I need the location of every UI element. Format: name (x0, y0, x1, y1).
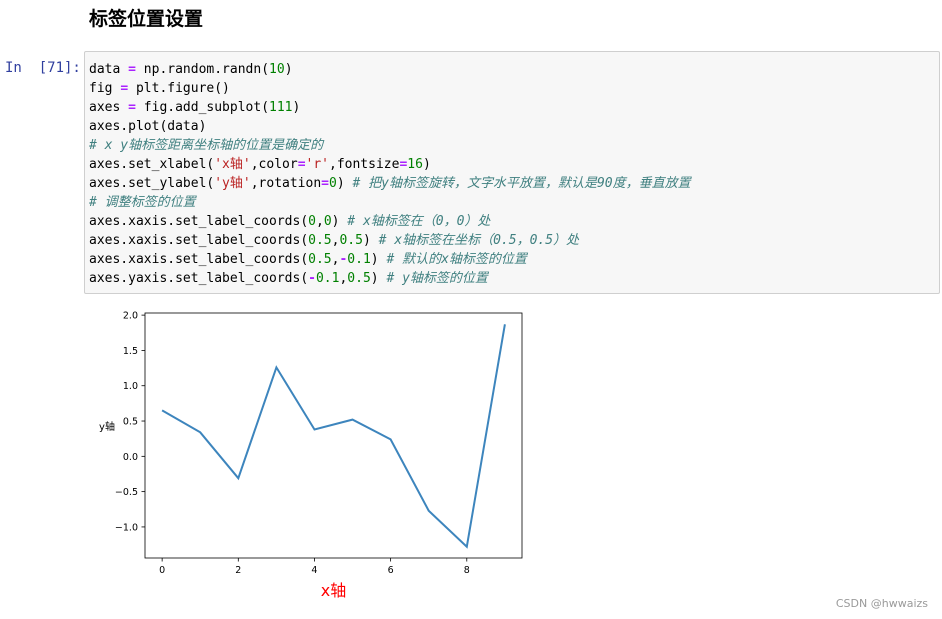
code-token: ) (422, 157, 431, 172)
code-token: axes.xaxis.set_label_coords( (89, 233, 309, 248)
code-token: 'y轴' (214, 176, 251, 191)
x-tick-label: 4 (311, 565, 317, 576)
code-token: 111 (269, 100, 293, 115)
code-line: # x y轴标签距离坐标轴的位置是确定的 (89, 136, 691, 155)
code-token: 'x轴' (214, 157, 251, 172)
watermark: CSDN @hwwaizs (835, 597, 928, 610)
code-line: axes.xaxis.set_label_coords(0,0) # x轴标签在… (89, 212, 691, 231)
code-token: # x轴标签在坐标（0.5，0.5）处 (378, 233, 580, 248)
code-token: 0.5 (339, 233, 363, 248)
x-axis-label: x轴 (321, 581, 346, 600)
code-token: = (120, 81, 129, 96)
code-token: , (315, 214, 324, 229)
code-token: ) (284, 62, 293, 77)
code-token: ,color (250, 157, 298, 172)
code-token: plt.figure() (128, 81, 230, 96)
code-token: 0.1 (315, 271, 340, 286)
code-token: ) (370, 271, 387, 286)
y-tick-label: 0.0 (123, 452, 138, 463)
code-cell-input[interactable]: data = np.random.randn(10) fig = plt.figu… (84, 51, 940, 294)
code-token: axes.yaxis.set_label_coords( (89, 271, 309, 286)
code-token: = (321, 176, 329, 191)
cell-prompt: In [71]: (5, 60, 81, 76)
y-tick-label: 2.0 (123, 311, 138, 322)
code-token: 0.5 (308, 252, 332, 267)
code-token: ) (331, 214, 348, 229)
code-token: - (308, 271, 316, 286)
code-token: # y轴标签的位置 (386, 271, 488, 286)
code-line: axes.yaxis.set_label_coords(-0.1,0.5) # … (89, 269, 691, 288)
code-token: axes.plot(data) (89, 119, 207, 134)
x-tick-label: 2 (235, 565, 241, 576)
code-token: 0 (329, 176, 337, 191)
code-editor[interactable]: data = np.random.randn(10) fig = plt.figu… (89, 60, 691, 288)
code-token: 0 (323, 214, 332, 229)
code-line: axes.plot(data) (89, 117, 691, 136)
y-tick-label: −1.0 (115, 522, 138, 533)
y-tick-label: −0.5 (115, 487, 138, 498)
code-line: data = np.random.randn(10) (89, 60, 691, 79)
code-line: fig = plt.figure() (89, 79, 691, 98)
code-line: axes = fig.add_subplot(111) (89, 98, 691, 117)
code-token: axes.set_ylabel( (89, 176, 215, 191)
code-line: # 调整标签的位置 (89, 193, 691, 212)
y-tick-label: 1.0 (123, 381, 138, 392)
code-line: axes.xaxis.set_label_coords(0.5,-0.1) # … (89, 250, 691, 269)
code-token: 0 (308, 214, 316, 229)
code-token: axes.set_xlabel( (89, 157, 215, 172)
code-token: = (297, 157, 306, 172)
code-token: ) (362, 233, 379, 248)
code-line: axes.set_ylabel('y轴',rotation=0) # 把y轴标签… (89, 174, 691, 193)
code-token: ) (292, 100, 301, 115)
code-token: # 默认的x轴标签的位置 (386, 252, 527, 267)
code-token: = (128, 62, 136, 77)
code-token: ) (370, 252, 387, 267)
code-token: fig (89, 81, 121, 96)
code-token: 0.5 (347, 271, 371, 286)
code-token: 16 (407, 157, 423, 172)
code-token: axes.xaxis.set_label_coords( (89, 214, 309, 229)
axes-frame (144, 312, 523, 559)
code-token: # x轴标签在（0，0）处 (347, 214, 491, 229)
x-tick-label: 6 (388, 565, 394, 576)
x-tick-label: 0 (159, 565, 165, 576)
code-token: data (89, 62, 129, 77)
markdown-heading: 标签位置设置 (89, 8, 204, 30)
code-token: ,fontsize (329, 157, 400, 172)
code-token: = (128, 100, 136, 115)
code-token: ) (336, 176, 353, 191)
code-token: # 把y轴标签旋转，文字水平放置，默认是90度，垂直放置 (352, 176, 691, 191)
cell-output: 0 2 4 6 8 −1.0 −0.5 0.0 0.5 1.0 1.5 2.0 y轴 x轴 (95, 302, 535, 607)
code-token: fig.add_subplot( (135, 100, 270, 115)
code-line: axes.xaxis.set_label_coords(0.5,0.5) # x… (89, 231, 691, 250)
line-chart: 0 2 4 6 8 −1.0 −0.5 0.0 0.5 1.0 1.5 2.0 y轴 x轴 (99, 311, 523, 600)
code-token: 0.1 (347, 252, 371, 267)
code-token: ,rotation (250, 176, 322, 191)
code-token: # 调整标签的位置 (89, 195, 196, 210)
y-tick-label: 0.5 (123, 417, 138, 428)
code-token: # x y轴标签距离坐标轴的位置是确定的 (89, 138, 324, 153)
code-token: axes.xaxis.set_label_coords( (89, 252, 309, 267)
series-line (161, 324, 506, 549)
code-token: 10 (269, 62, 285, 77)
x-tick-label: 8 (464, 565, 470, 576)
y-tick-label: 1.5 (123, 346, 138, 357)
code-line: axes.set_xlabel('x轴',color='r',fontsize=… (89, 155, 691, 174)
code-token: 0.5 (308, 233, 332, 248)
y-axis-label: y轴 (99, 420, 115, 433)
code-token: axes (89, 100, 129, 115)
code-token: np.random.randn( (135, 62, 270, 77)
code-token: 'r' (305, 157, 329, 172)
